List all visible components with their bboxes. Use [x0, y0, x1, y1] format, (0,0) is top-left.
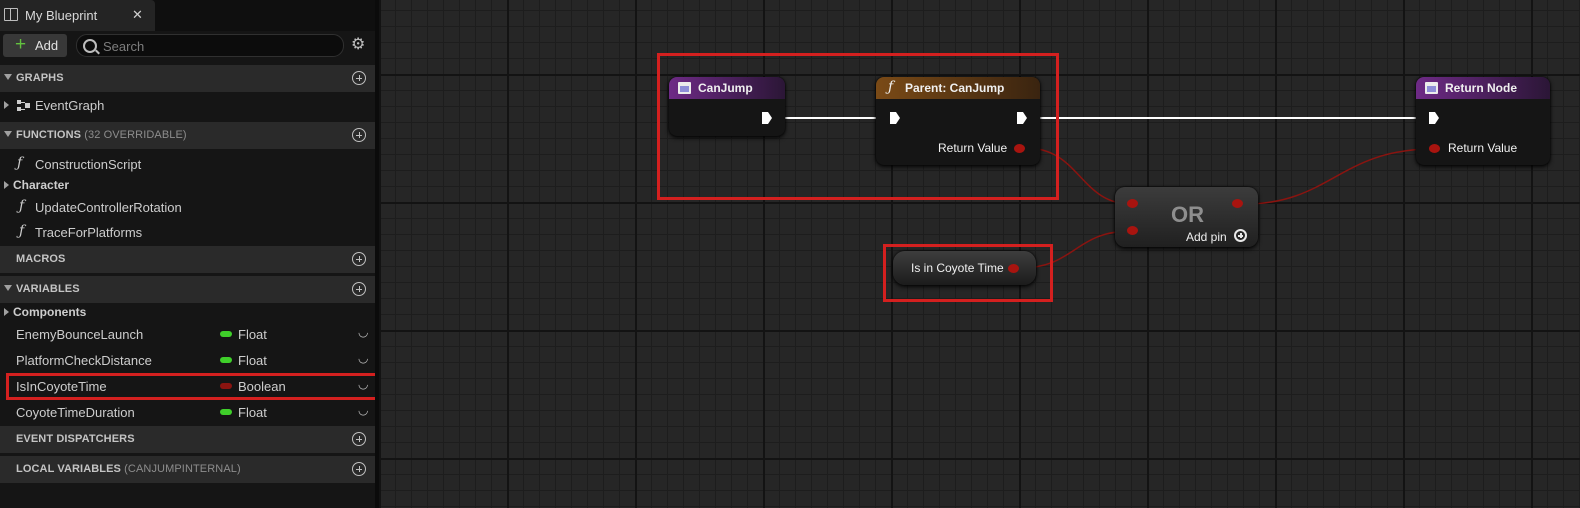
exec-in-pin[interactable]: [1428, 111, 1440, 125]
node-header: Return Node: [1416, 77, 1550, 99]
or-output-pin[interactable]: [1232, 199, 1243, 208]
add-pin-label[interactable]: Add pin: [1186, 230, 1227, 244]
node-return[interactable]: Return Node Return Value: [1416, 77, 1550, 165]
return-value-pin[interactable]: [1429, 144, 1440, 153]
or-input-pin-a[interactable]: [1127, 199, 1138, 208]
bool-wire: [1244, 148, 1434, 205]
add-pin-icon[interactable]: [1234, 229, 1247, 242]
or-input-pin-b[interactable]: [1127, 226, 1138, 235]
or-node-title: OR: [1171, 202, 1204, 227]
pin-label: Return Value: [1448, 141, 1518, 155]
function-result-icon: [1425, 82, 1438, 94]
node-title: Return Node: [1445, 81, 1517, 95]
highlight-box: [657, 53, 1059, 200]
highlight-box: [883, 244, 1053, 302]
